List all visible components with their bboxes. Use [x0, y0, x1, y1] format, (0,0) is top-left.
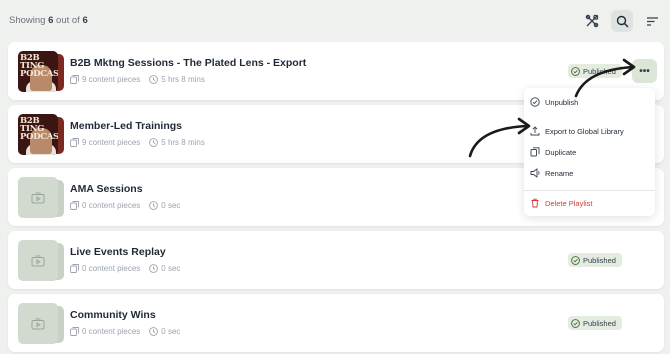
clock-icon: [149, 75, 159, 84]
rename-icon: [530, 168, 540, 178]
content-pieces-count: 0 content pieces: [82, 327, 141, 336]
clock-icon: [149, 138, 159, 147]
playlist-meta: 9 content pieces 5 hrs 8 mins: [70, 75, 205, 84]
menu-item-export-global-library[interactable]: Export to Global Library: [530, 124, 624, 138]
content-pieces-count: 0 content pieces: [82, 201, 141, 210]
playlist-title[interactable]: Community Wins: [70, 309, 156, 321]
playlist-meta: 0 content pieces 0 sec: [70, 264, 180, 273]
playlist-thumbnail-placeholder: [18, 303, 64, 345]
playlist-thumbnail: B2B TING PODCAS: [18, 114, 64, 156]
status-badge: Published: [568, 64, 622, 78]
content-pieces-count: 0 content pieces: [82, 264, 141, 273]
playlist-thumbnail: B2B TING PODCAS: [18, 51, 64, 93]
check-circle-icon: [571, 255, 580, 265]
search-icon: [616, 15, 628, 27]
video-placeholder-icon: [31, 318, 45, 329]
content-pieces-count: 9 content pieces: [82, 138, 141, 147]
menu-item-unpublish[interactable]: Unpublish: [530, 95, 578, 109]
playlist-thumbnail-placeholder: [18, 240, 64, 282]
more-options-button[interactable]: •••: [632, 59, 657, 83]
duration: 0 sec: [161, 264, 181, 273]
clock-icon: [149, 201, 159, 210]
tools-icon: [585, 14, 599, 28]
content-pieces-icon: [70, 327, 79, 336]
playlist-card[interactable]: Community Wins 0 content pieces 0 sec Pu…: [8, 294, 664, 352]
content-pieces-icon: [70, 201, 79, 210]
clock-icon: [149, 264, 159, 273]
playlist-title[interactable]: B2B Mktng Sessions - The Plated Lens - E…: [70, 57, 306, 69]
unpublish-icon: [530, 97, 540, 107]
playlist-title[interactable]: Live Events Replay: [70, 246, 166, 258]
menu-divider: [524, 190, 655, 191]
export-icon: [530, 126, 540, 136]
content-pieces-icon: [70, 75, 79, 84]
playlist-title[interactable]: AMA Sessions: [70, 183, 143, 195]
menu-item-duplicate[interactable]: Duplicate: [530, 145, 576, 159]
playlist-card[interactable]: Live Events Replay 0 content pieces 0 se…: [8, 231, 664, 289]
duration: 5 hrs 8 mins: [161, 138, 205, 147]
check-circle-icon: [571, 318, 580, 328]
content-pieces-icon: [70, 138, 79, 147]
clock-icon: [149, 327, 159, 336]
status-badge: Published: [568, 316, 622, 330]
duration: 0 sec: [161, 201, 181, 210]
duplicate-icon: [530, 147, 540, 157]
playlist-meta: 0 content pieces 0 sec: [70, 327, 180, 336]
playlist-meta: 9 content pieces 5 hrs 8 mins: [70, 138, 205, 147]
video-placeholder-icon: [31, 192, 45, 203]
content-pieces-icon: [70, 264, 79, 273]
sort-button[interactable]: [641, 10, 663, 32]
menu-item-rename[interactable]: Rename: [530, 166, 573, 180]
trash-icon: [531, 198, 539, 208]
search-button[interactable]: [611, 10, 633, 32]
playlist-options-menu: Unpublish Export to Global Library Dupli…: [524, 88, 655, 216]
top-bar: Showing 6 out of 6: [0, 0, 670, 42]
playlist-thumbnail-placeholder: [18, 177, 64, 219]
video-placeholder-icon: [31, 255, 45, 266]
sort-icon: [646, 16, 658, 26]
tools-button[interactable]: [581, 10, 603, 32]
duration: 0 sec: [161, 327, 181, 336]
content-pieces-count: 9 content pieces: [82, 75, 141, 84]
showing-count-text: Showing 6 out of 6: [9, 15, 88, 26]
check-circle-icon: [571, 66, 580, 76]
status-badge: Published: [568, 253, 622, 267]
playlist-title[interactable]: Member-Led Trainings: [70, 120, 182, 132]
duration: 5 hrs 8 mins: [161, 75, 205, 84]
menu-item-delete-playlist[interactable]: Delete Playlist: [530, 196, 593, 210]
playlist-meta: 0 content pieces 0 sec: [70, 201, 180, 210]
